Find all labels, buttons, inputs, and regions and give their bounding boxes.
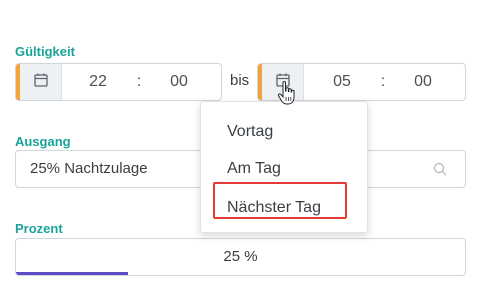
prozent-progress-track	[16, 272, 465, 275]
from-hour-input[interactable]: 22	[84, 64, 112, 100]
prozent-value: 25 %	[223, 248, 258, 265]
dropdown-option-vortag[interactable]: Vortag	[227, 123, 273, 141]
from-time-field[interactable]: 22 : 00	[15, 63, 222, 101]
hand-cursor-icon	[277, 81, 295, 105]
to-minute-input[interactable]: 00	[408, 64, 438, 100]
to-hour-input[interactable]: 05	[328, 64, 356, 100]
from-minute-input[interactable]: 00	[164, 64, 194, 100]
from-calendar-button[interactable]	[20, 64, 62, 100]
bis-label: bis	[230, 72, 250, 89]
gueltigkeit-label: Gültigkeit	[15, 44, 75, 59]
prozent-progress-fill	[16, 272, 129, 275]
prozent-label: Prozent	[15, 221, 63, 236]
dropdown-option-am-tag[interactable]: Am Tag	[227, 160, 281, 178]
to-time-separator: :	[380, 73, 386, 90]
ausgang-label: Ausgang	[15, 134, 71, 149]
prozent-field[interactable]: 25 %	[15, 238, 466, 276]
calendar-icon	[33, 72, 49, 93]
dropdown-option-naechster-tag[interactable]: Nächster Tag	[227, 199, 321, 217]
from-time-separator: :	[136, 73, 142, 90]
search-icon[interactable]	[433, 162, 447, 176]
day-dropdown-menu: Vortag Am Tag Nächster Tag	[200, 101, 368, 233]
ausgang-value: 25% Nachtzulage	[30, 160, 148, 177]
